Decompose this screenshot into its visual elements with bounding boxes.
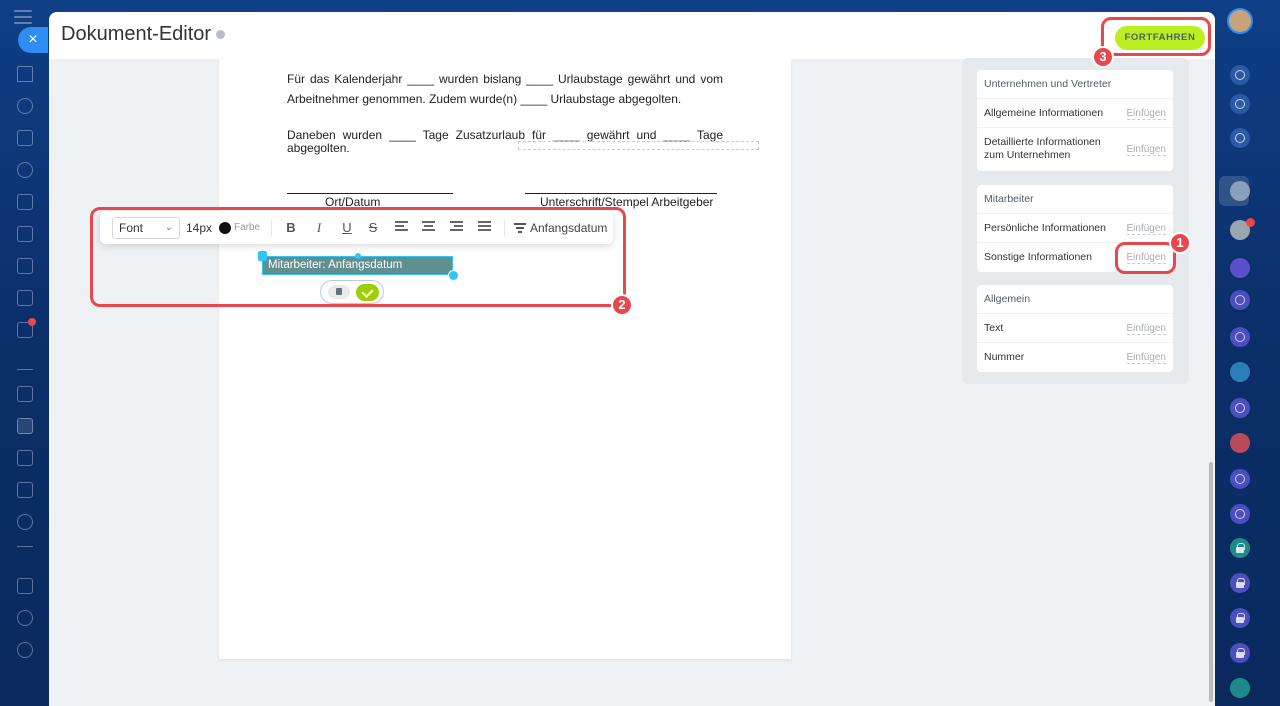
- right-rail: [1215, 0, 1280, 706]
- group-company: Unternehmen und Vertreter Allgemeine Inf…: [977, 70, 1173, 171]
- annotation-number-2: 2: [611, 294, 633, 316]
- menu-icon[interactable]: [14, 10, 32, 24]
- chat-icon[interactable]: [1230, 327, 1250, 347]
- row-label: Persönliche Informationen: [984, 222, 1106, 234]
- lock-icon[interactable]: [1230, 573, 1250, 593]
- insert-link[interactable]: Einfügen: [1126, 223, 1166, 235]
- group-general: Allgemein Text Einfügen Nummer Einfügen: [977, 285, 1173, 372]
- chat-icon[interactable]: [1230, 469, 1250, 489]
- task-chat-icon[interactable]: [1230, 433, 1250, 453]
- openlines-icon[interactable]: [1230, 94, 1250, 114]
- left-navigation-rail: [0, 0, 48, 706]
- chat-icon[interactable]: [1230, 290, 1250, 310]
- settings-icon[interactable]: [17, 642, 33, 658]
- analytics-icon[interactable]: [17, 354, 33, 370]
- chat-avatar[interactable]: [1230, 181, 1250, 201]
- annotation-number-1: 1: [1169, 232, 1191, 254]
- insert-link[interactable]: Einfügen: [1126, 108, 1166, 120]
- signature-line-left: [287, 193, 453, 194]
- mail-icon[interactable]: [17, 482, 33, 498]
- chat-avatar[interactable]: [1230, 362, 1250, 382]
- database-icon[interactable]: [17, 450, 33, 466]
- group-title: Unternehmen und Vertreter: [977, 70, 1173, 99]
- chat-icon[interactable]: [1230, 504, 1250, 524]
- annotation-number-3: 3: [1092, 46, 1114, 68]
- lock-icon[interactable]: [1230, 538, 1250, 558]
- lock-icon[interactable]: [1230, 608, 1250, 628]
- search-icon[interactable]: [1230, 128, 1250, 148]
- unread-badge: [1246, 218, 1255, 227]
- group-title: Mitarbeiter: [977, 185, 1173, 214]
- documents-icon[interactable]: [17, 194, 33, 210]
- sidebar-row-text: Text Einfügen: [977, 314, 1173, 343]
- annotation-box-1: [1115, 242, 1176, 274]
- calendar-icon[interactable]: [17, 226, 33, 242]
- chat-icon[interactable]: [1230, 398, 1250, 418]
- sidebar-row-general-info: Allgemeine Informationen Einfügen: [977, 99, 1173, 128]
- row-label: Sonstige Informationen: [984, 251, 1092, 263]
- page-title-text: Dokument-Editor: [61, 23, 212, 45]
- checklist-icon[interactable]: [17, 290, 33, 306]
- activity-icon[interactable]: [17, 98, 33, 114]
- sites-icon[interactable]: [17, 258, 33, 274]
- help-icon[interactable]: [17, 514, 33, 530]
- users-icon[interactable]: [17, 610, 33, 626]
- insert-link[interactable]: Einfügen: [1126, 144, 1166, 156]
- annotation-box-2: [90, 207, 626, 307]
- row-label: Detaillierte Informationen zum Unternehm…: [984, 136, 1101, 161]
- scrollbar[interactable]: [1209, 462, 1213, 702]
- task-chat-icon[interactable]: [1230, 678, 1250, 698]
- document-paragraph-1: Für das Kalenderjahr ____ wurden bislang…: [287, 72, 723, 106]
- row-label: Allgemeine Informationen: [984, 107, 1104, 119]
- info-icon[interactable]: [216, 30, 226, 40]
- insert-link[interactable]: Einfügen: [1126, 352, 1166, 364]
- lock-icon[interactable]: [1230, 643, 1250, 663]
- home-icon[interactable]: [17, 66, 33, 82]
- insert-link[interactable]: Einfügen: [1126, 323, 1166, 335]
- chat-avatar[interactable]: [1230, 258, 1250, 278]
- sidebar-row-number: Nummer Einfügen: [977, 343, 1173, 372]
- document-page[interactable]: Für das Kalenderjahr ____ wurden bislang…: [219, 59, 791, 659]
- field-placeholder-box[interactable]: [518, 141, 759, 150]
- panel-header: Dokument-Editor FORTFAHREN: [49, 12, 1215, 59]
- filter-icon[interactable]: [17, 546, 33, 562]
- annotation-box-3: [1101, 17, 1211, 56]
- notification-dot: [28, 318, 36, 326]
- bell-icon[interactable]: [1230, 65, 1250, 85]
- page-title: Dokument-Editor: [61, 23, 226, 46]
- close-slider-button[interactable]: ×: [18, 27, 48, 53]
- user-avatar[interactable]: [1227, 8, 1253, 34]
- group-title: Allgemein: [977, 285, 1173, 314]
- tasks-icon[interactable]: [17, 130, 33, 146]
- contacts-icon[interactable]: [17, 162, 33, 178]
- grid-icon[interactable]: [17, 578, 33, 594]
- row-label: Text: [984, 322, 1004, 334]
- sidebar-row-personal-info: Persönliche Informationen Einfügen: [977, 214, 1173, 243]
- sidebar-row-company-details: Detaillierte Informationen zum Unternehm…: [977, 128, 1173, 171]
- shop-icon[interactable]: [17, 386, 33, 402]
- sign-icon[interactable]: [17, 418, 33, 434]
- signature-line-right: [525, 193, 717, 194]
- row-label: Nummer: [984, 351, 1025, 363]
